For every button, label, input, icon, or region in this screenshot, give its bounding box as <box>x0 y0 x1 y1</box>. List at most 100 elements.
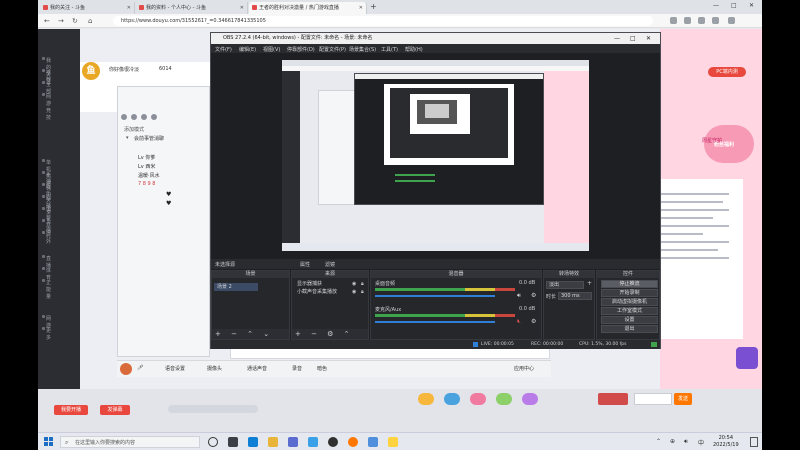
menu-profile[interactable]: 配置文件(P) <box>319 46 346 53</box>
windows-start-icon[interactable] <box>44 437 53 446</box>
call-sound[interactable]: 通话声音 <box>247 365 267 372</box>
list-item[interactable]: Lv 你爹 <box>138 154 155 161</box>
search-icon[interactable] <box>151 114 157 120</box>
close-tab-icon[interactable]: ✕ <box>240 2 244 14</box>
settings-button[interactable]: 设置 <box>601 316 658 324</box>
minimize-button[interactable]: — <box>614 33 620 44</box>
group-icon[interactable] <box>141 114 147 120</box>
menu-docks[interactable]: 停靠部件(D) <box>287 46 315 53</box>
source-item[interactable]: 小截声音采集播放 <box>294 288 337 296</box>
eye-icon[interactable]: ◉ <box>352 289 356 295</box>
microphone-icon[interactable]: 🎤︎ <box>137 365 143 371</box>
menu-view[interactable]: 视图(V) <box>263 46 280 53</box>
tab-my-follows[interactable]: 我的关注 - 斗鱼 ✕ <box>40 2 135 14</box>
gift-icon[interactable] <box>470 393 486 405</box>
properties-button[interactable]: 属性 <box>300 261 310 268</box>
close-tab-icon[interactable]: ✕ <box>127 2 131 14</box>
list-item[interactable]: 7 8 9 8 <box>138 181 156 187</box>
voice-settings[interactable]: 语音设置 <box>165 365 185 372</box>
record-button[interactable]: 录音 <box>292 365 302 372</box>
chevron-down-icon[interactable]: ▾ <box>126 135 129 141</box>
group-name[interactable]: 会前事管消聊 <box>134 135 164 142</box>
chat-icon[interactable] <box>121 114 127 120</box>
forward-icon[interactable]: → <box>58 16 64 26</box>
obs-icon[interactable] <box>328 437 338 447</box>
back-icon[interactable]: ← <box>44 16 50 26</box>
add-friend-mode[interactable]: 添加模式 <box>124 126 144 133</box>
transition-select[interactable]: 淡出 <box>546 281 584 289</box>
fan-card-icon[interactable] <box>598 393 628 405</box>
favorites-icon[interactable] <box>684 17 691 24</box>
maximize-button[interactable]: □ <box>630 33 636 44</box>
gear-icon[interactable]: ⚙ <box>531 292 536 299</box>
close-window-button[interactable]: ✕ <box>646 33 651 44</box>
lock-icon[interactable]: 🔒︎ <box>361 281 364 287</box>
avatar[interactable] <box>120 363 132 375</box>
app-icon[interactable] <box>388 437 398 447</box>
file-explorer-icon[interactable] <box>268 437 278 447</box>
volume-slider[interactable] <box>375 295 495 297</box>
volume-tray-icon[interactable]: 🔊︎ <box>684 438 688 446</box>
app-icon[interactable] <box>288 437 298 447</box>
chat-input[interactable] <box>634 393 672 405</box>
lock-icon[interactable]: 🔒︎ <box>361 289 364 295</box>
gear-icon[interactable]: ⚙ <box>531 318 536 325</box>
profile-icon[interactable] <box>712 17 719 24</box>
menu-file[interactable]: 文件(F) <box>215 46 232 53</box>
list-item[interactable]: Lv 西米 <box>138 163 155 170</box>
menu-icon[interactable] <box>728 17 735 24</box>
event-badge[interactable] <box>736 347 758 369</box>
pc-beta-badge[interactable]: PC端内测 <box>708 67 746 77</box>
close-window-button[interactable]: ✕ <box>749 1 754 11</box>
eye-icon[interactable]: ◉ <box>352 281 356 287</box>
gift-icon[interactable] <box>444 393 460 405</box>
tab-live-room[interactable]: 王者的胜利对决激量 / 热门游戏直播 ✕ <box>249 2 367 14</box>
danmaku-button[interactable]: 发弹幕 <box>100 405 130 415</box>
send-button[interactable]: 发送 <box>674 393 692 405</box>
speaker-icon[interactable]: 🔊︎ <box>517 292 521 300</box>
scene-item[interactable]: 场景 2 <box>214 283 258 291</box>
app-center[interactable]: 应用中心 <box>514 365 534 372</box>
taskbar-search[interactable]: ⌕ 在这里输入你要搜索的内容 <box>60 436 200 448</box>
address-bar[interactable]: https://www.douyu.com/3155261?_=0.346617… <box>113 16 653 26</box>
task-view-icon[interactable] <box>228 437 238 447</box>
menu-scene-collection[interactable]: 场景集合(S) <box>349 46 376 53</box>
tray-chevron-icon[interactable]: ⌃ <box>656 438 661 445</box>
gift-icon[interactable] <box>522 393 538 405</box>
ime-tray-icon[interactable]: 中 <box>698 438 704 447</box>
contacts-icon[interactable] <box>131 114 137 120</box>
menu-edit[interactable]: 编辑(E) <box>239 46 256 53</box>
stop-streaming-button[interactable]: 停止推流 <box>601 280 658 288</box>
volume-slider[interactable] <box>375 321 495 323</box>
exit-button[interactable]: 退出 <box>601 325 658 333</box>
new-tab-button[interactable]: + <box>370 2 377 12</box>
tab-profile[interactable]: 我的资料 - 个人中心 - 斗鱼 ✕ <box>136 2 248 14</box>
network-tray-icon[interactable]: ⊕ <box>670 438 675 445</box>
collections-icon[interactable] <box>698 17 705 24</box>
steam-icon[interactable] <box>368 437 378 447</box>
menu-tools[interactable]: 工具(T) <box>381 46 398 53</box>
muted-speaker-icon[interactable]: 🔇︎ <box>517 318 521 326</box>
virtual-camera-button[interactable]: 启动虚拟摄像机 <box>601 298 658 306</box>
go-live-button[interactable]: 我要开播 <box>54 405 88 415</box>
studio-mode-button[interactable]: 工作室模式 <box>601 307 658 315</box>
minimize-button[interactable]: — <box>713 1 719 11</box>
cortana-icon[interactable] <box>208 437 218 447</box>
app-icon[interactable] <box>308 437 318 447</box>
source-item[interactable]: 显示器捕获 <box>294 280 322 288</box>
gift-icon[interactable] <box>496 393 512 405</box>
camera-toggle[interactable]: 摄像头 <box>207 365 222 372</box>
douyu-icon[interactable] <box>348 437 358 447</box>
start-recording-button[interactable]: 开始录制 <box>601 289 658 297</box>
notifications-icon[interactable] <box>750 437 758 447</box>
home-icon[interactable]: ⌂ <box>88 16 92 26</box>
obs-preview[interactable] <box>282 60 589 251</box>
refresh-icon[interactable]: ↻ <box>72 16 78 26</box>
add-icon[interactable]: + <box>587 280 592 287</box>
duration-input[interactable]: 300 ms <box>558 292 592 300</box>
maximize-button[interactable]: □ <box>731 1 737 11</box>
gift-icon[interactable] <box>418 393 434 405</box>
dark-mode-toggle[interactable]: 暗色 <box>317 365 327 372</box>
taskbar-clock[interactable]: 20:54 2022/5/19 <box>713 435 739 449</box>
menu-help[interactable]: 帮助(H) <box>405 46 423 53</box>
